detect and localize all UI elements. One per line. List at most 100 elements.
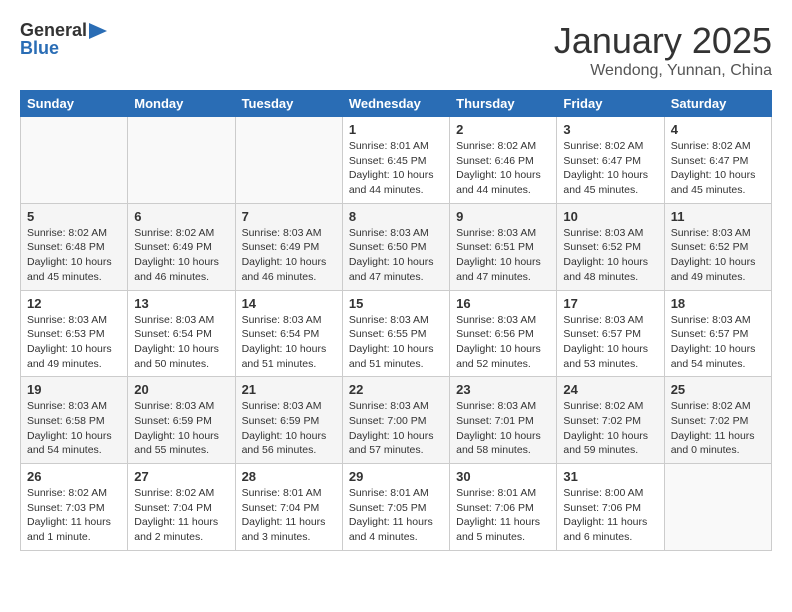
day-info: Sunrise: 8:03 AM Sunset: 6:58 PM Dayligh… — [27, 399, 121, 458]
day-number: 31 — [563, 469, 657, 484]
day-number: 21 — [242, 382, 336, 397]
calendar-day-cell: 13Sunrise: 8:03 AM Sunset: 6:54 PM Dayli… — [128, 290, 235, 377]
day-info: Sunrise: 8:02 AM Sunset: 7:02 PM Dayligh… — [671, 399, 765, 458]
calendar-week-row: 26Sunrise: 8:02 AM Sunset: 7:03 PM Dayli… — [21, 464, 772, 551]
day-info: Sunrise: 8:03 AM Sunset: 6:52 PM Dayligh… — [671, 226, 765, 285]
day-info: Sunrise: 8:02 AM Sunset: 6:49 PM Dayligh… — [134, 226, 228, 285]
calendar-week-row: 12 Sunrise: 8:03 AM Sunset: 6:53 PM Dayli… — [21, 290, 772, 377]
day-number: 22 — [349, 382, 443, 397]
calendar-day-cell — [664, 464, 771, 551]
day-info: Sunrise: 8:02 AM Sunset: 6:47 PM Dayligh… — [671, 139, 765, 198]
day-number: 12 — [27, 296, 121, 311]
day-info: Sunrise: 8:02 AM Sunset: 7:02 PM Dayligh… — [563, 399, 657, 458]
day-number: 4 — [671, 122, 765, 137]
calendar-day-cell: 16Sunrise: 8:03 AM Sunset: 6:56 PM Dayli… — [450, 290, 557, 377]
day-number: 7 — [242, 209, 336, 224]
day-info: Sunrise: 8:03 AM Sunset: 6:59 PM Dayligh… — [134, 399, 228, 458]
day-info: Sunrise: 8:00 AM Sunset: 7:06 PM Dayligh… — [563, 486, 657, 545]
calendar-day-cell: 7 Sunrise: 8:03 AM Sunset: 6:49 PM Daylig… — [235, 203, 342, 290]
day-number: 14 — [242, 296, 336, 311]
month-title: January 2025 — [554, 20, 772, 62]
calendar-day-cell: 30Sunrise: 8:01 AM Sunset: 7:06 PM Dayli… — [450, 464, 557, 551]
day-number: 5 — [27, 209, 121, 224]
calendar-day-cell: 24 Sunrise: 8:02 AM Sunset: 7:02 PM Dayli… — [557, 377, 664, 464]
calendar-day-cell: 28 Sunrise: 8:01 AM Sunset: 7:04 PM Dayli… — [235, 464, 342, 551]
day-info: Sunrise: 8:02 AM Sunset: 7:04 PM Dayligh… — [134, 486, 228, 545]
weekday-header-tuesday: Tuesday — [235, 91, 342, 117]
day-number: 23 — [456, 382, 550, 397]
location: Wendong, Yunnan, China — [554, 62, 772, 80]
day-number: 28 — [242, 469, 336, 484]
calendar-day-cell: 20 Sunrise: 8:03 AM Sunset: 6:59 PM Dayli… — [128, 377, 235, 464]
calendar-day-cell: 17 Sunrise: 8:03 AM Sunset: 6:57 PM Dayli… — [557, 290, 664, 377]
day-info: Sunrise: 8:01 AM Sunset: 7:04 PM Dayligh… — [242, 486, 336, 545]
day-info: Sunrise: 8:03 AM Sunset: 6:56 PM Dayligh… — [456, 313, 550, 372]
calendar-day-cell: 27Sunrise: 8:02 AM Sunset: 7:04 PM Dayli… — [128, 464, 235, 551]
calendar-day-cell: 21 Sunrise: 8:03 AM Sunset: 6:59 PM Dayli… — [235, 377, 342, 464]
calendar-day-cell: 6 Sunrise: 8:02 AM Sunset: 6:49 PM Daylig… — [128, 203, 235, 290]
calendar-day-cell: 29 Sunrise: 8:01 AM Sunset: 7:05 PM Dayli… — [342, 464, 449, 551]
calendar-day-cell: 2 Sunrise: 8:02 AM Sunset: 6:46 PM Daylig… — [450, 117, 557, 204]
calendar-day-cell: 23 Sunrise: 8:03 AM Sunset: 7:01 PM Dayli… — [450, 377, 557, 464]
day-info: Sunrise: 8:03 AM Sunset: 7:00 PM Dayligh… — [349, 399, 443, 458]
calendar-day-cell: 22 Sunrise: 8:03 AM Sunset: 7:00 PM Dayli… — [342, 377, 449, 464]
day-number: 8 — [349, 209, 443, 224]
day-info: Sunrise: 8:02 AM Sunset: 6:47 PM Dayligh… — [563, 139, 657, 198]
day-number: 26 — [27, 469, 121, 484]
page-header: General Blue January 2025 Wendong, Yunna… — [20, 20, 772, 80]
logo-arrow-icon — [89, 23, 107, 39]
weekday-header-friday: Friday — [557, 91, 664, 117]
calendar-day-cell — [235, 117, 342, 204]
calendar-day-cell: 5 Sunrise: 8:02 AM Sunset: 6:48 PM Daylig… — [21, 203, 128, 290]
day-number: 13 — [134, 296, 228, 311]
calendar-week-row: 19 Sunrise: 8:03 AM Sunset: 6:58 PM Dayli… — [21, 377, 772, 464]
calendar-day-cell: 11 Sunrise: 8:03 AM Sunset: 6:52 PM Dayli… — [664, 203, 771, 290]
weekday-header-sunday: Sunday — [21, 91, 128, 117]
day-info: Sunrise: 8:03 AM Sunset: 6:50 PM Dayligh… — [349, 226, 443, 285]
day-number: 20 — [134, 382, 228, 397]
calendar-day-cell: 14 Sunrise: 8:03 AM Sunset: 6:54 PM Dayli… — [235, 290, 342, 377]
day-info: Sunrise: 8:03 AM Sunset: 6:54 PM Dayligh… — [242, 313, 336, 372]
day-number: 3 — [563, 122, 657, 137]
day-number: 18 — [671, 296, 765, 311]
day-number: 9 — [456, 209, 550, 224]
day-info: Sunrise: 8:03 AM Sunset: 6:57 PM Dayligh… — [671, 313, 765, 372]
calendar-table: SundayMondayTuesdayWednesdayThursdayFrid… — [20, 90, 772, 551]
day-number: 24 — [563, 382, 657, 397]
calendar-day-cell: 8 Sunrise: 8:03 AM Sunset: 6:50 PM Daylig… — [342, 203, 449, 290]
calendar-day-cell: 26Sunrise: 8:02 AM Sunset: 7:03 PM Dayli… — [21, 464, 128, 551]
day-number: 30 — [456, 469, 550, 484]
day-info: Sunrise: 8:03 AM Sunset: 6:59 PM Dayligh… — [242, 399, 336, 458]
day-number: 25 — [671, 382, 765, 397]
calendar-week-row: 5 Sunrise: 8:02 AM Sunset: 6:48 PM Daylig… — [21, 203, 772, 290]
day-info: Sunrise: 8:03 AM Sunset: 6:52 PM Dayligh… — [563, 226, 657, 285]
day-info: Sunrise: 8:01 AM Sunset: 7:05 PM Dayligh… — [349, 486, 443, 545]
calendar-day-cell: 1Sunrise: 8:01 AM Sunset: 6:45 PM Daylig… — [342, 117, 449, 204]
calendar-day-cell: 3 Sunrise: 8:02 AM Sunset: 6:47 PM Daylig… — [557, 117, 664, 204]
day-number: 19 — [27, 382, 121, 397]
day-number: 29 — [349, 469, 443, 484]
day-info: Sunrise: 8:03 AM Sunset: 7:01 PM Dayligh… — [456, 399, 550, 458]
day-number: 10 — [563, 209, 657, 224]
day-number: 6 — [134, 209, 228, 224]
day-info: Sunrise: 8:03 AM Sunset: 6:57 PM Dayligh… — [563, 313, 657, 372]
day-info: Sunrise: 8:02 AM Sunset: 6:46 PM Dayligh… — [456, 139, 550, 198]
logo: General Blue — [20, 20, 107, 59]
calendar-week-row: 1Sunrise: 8:01 AM Sunset: 6:45 PM Daylig… — [21, 117, 772, 204]
day-number: 1 — [349, 122, 443, 137]
day-info: Sunrise: 8:03 AM Sunset: 6:49 PM Dayligh… — [242, 226, 336, 285]
weekday-header-saturday: Saturday — [664, 91, 771, 117]
day-number: 15 — [349, 296, 443, 311]
calendar-day-cell — [128, 117, 235, 204]
day-info: Sunrise: 8:02 AM Sunset: 6:48 PM Dayligh… — [27, 226, 121, 285]
day-number: 11 — [671, 209, 765, 224]
logo-blue: Blue — [20, 38, 107, 59]
weekday-header-thursday: Thursday — [450, 91, 557, 117]
weekday-header-wednesday: Wednesday — [342, 91, 449, 117]
day-number: 17 — [563, 296, 657, 311]
calendar-day-cell: 18 Sunrise: 8:03 AM Sunset: 6:57 PM Dayli… — [664, 290, 771, 377]
day-number: 2 — [456, 122, 550, 137]
calendar-day-cell: 9Sunrise: 8:03 AM Sunset: 6:51 PM Daylig… — [450, 203, 557, 290]
calendar-day-cell: 19 Sunrise: 8:03 AM Sunset: 6:58 PM Dayli… — [21, 377, 128, 464]
day-info: Sunrise: 8:03 AM Sunset: 6:53 PM Dayligh… — [27, 313, 121, 372]
